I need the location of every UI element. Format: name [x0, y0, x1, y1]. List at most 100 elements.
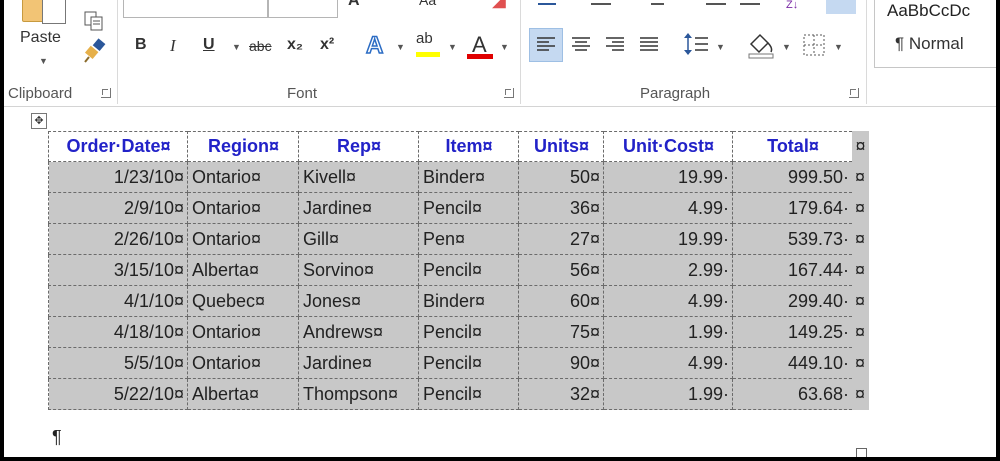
- borders-icon[interactable]: [801, 32, 827, 58]
- header-region[interactable]: Region¤: [187, 131, 299, 162]
- superscript-button[interactable]: x²: [320, 36, 334, 54]
- cell-item[interactable]: Binder¤: [418, 161, 519, 193]
- header-unit-cost[interactable]: Unit·Cost¤: [603, 131, 733, 162]
- header-order-date[interactable]: Order·Date¤: [48, 131, 188, 162]
- cell-units[interactable]: 56¤: [518, 254, 604, 286]
- cell-units[interactable]: 36¤: [518, 192, 604, 224]
- show-hide-marks-button[interactable]: [826, 0, 856, 14]
- cell-rep[interactable]: Gill¤: [298, 223, 419, 255]
- document-body[interactable]: ✥ Order·Date¤ Region¤ Rep¤ Item¤ Units¤ …: [4, 107, 996, 457]
- cell-order-date[interactable]: 2/9/10¤: [48, 192, 188, 224]
- grow-font-icon[interactable]: A: [348, 0, 360, 10]
- text-effects-button[interactable]: A: [365, 31, 384, 60]
- font-color-dropdown-arrow[interactable]: ▼: [500, 42, 509, 52]
- cell-unit-cost[interactable]: 4.99·: [603, 347, 733, 379]
- cell-rep[interactable]: Sorvino¤: [298, 254, 419, 286]
- font-name-combobox[interactable]: [123, 0, 268, 18]
- cell-item[interactable]: Binder¤: [418, 285, 519, 317]
- underline-button[interactable]: U: [203, 36, 215, 54]
- header-units[interactable]: Units¤: [518, 131, 604, 162]
- underline-dropdown-arrow[interactable]: ▼: [232, 42, 241, 52]
- cell-region[interactable]: Quebec¤: [187, 285, 299, 317]
- cell-unit-cost[interactable]: 1.99·: [603, 378, 733, 410]
- cell-item[interactable]: Pencil¤: [418, 316, 519, 348]
- cell-order-date[interactable]: 2/26/10¤: [48, 223, 188, 255]
- style-normal-label[interactable]: ¶ Normal: [895, 34, 964, 54]
- cell-total[interactable]: 179.64·: [732, 192, 853, 224]
- copy-icon[interactable]: [83, 10, 105, 32]
- subscript-button[interactable]: x₂: [287, 36, 303, 54]
- cell-total[interactable]: 149.25·: [732, 316, 853, 348]
- cell-order-date[interactable]: 5/5/10¤: [48, 347, 188, 379]
- cell-region[interactable]: Ontario¤: [187, 161, 299, 193]
- line-spacing-icon[interactable]: [682, 30, 710, 60]
- cell-total[interactable]: 63.68·: [732, 378, 853, 410]
- paste-document-icon[interactable]: [42, 0, 66, 24]
- cell-region[interactable]: Ontario¤: [187, 347, 299, 379]
- text-effects-dropdown-arrow[interactable]: ▼: [396, 42, 405, 52]
- header-rep[interactable]: Rep¤: [298, 131, 419, 162]
- cell-rep[interactable]: Kivell¤: [298, 161, 419, 193]
- cell-item[interactable]: Pen¤: [418, 223, 519, 255]
- italic-button[interactable]: I: [170, 36, 176, 56]
- format-painter-icon[interactable]: [83, 38, 107, 64]
- cell-region[interactable]: Ontario¤: [187, 192, 299, 224]
- cell-rep[interactable]: Jardine¤: [298, 347, 419, 379]
- cell-total[interactable]: 449.10·: [732, 347, 853, 379]
- font-size-combobox[interactable]: [268, 0, 338, 18]
- table-move-handle-icon[interactable]: ✥: [31, 113, 47, 129]
- cell-units[interactable]: 60¤: [518, 285, 604, 317]
- sales-table[interactable]: Order·Date¤ Region¤ Rep¤ Item¤ Units¤ Un…: [48, 131, 869, 410]
- cell-item[interactable]: Pencil¤: [418, 378, 519, 410]
- cell-region[interactable]: Ontario¤: [187, 316, 299, 348]
- cell-total[interactable]: 299.40·: [732, 285, 853, 317]
- cell-region[interactable]: Alberta¤: [187, 254, 299, 286]
- styles-gallery[interactable]: AaBbCcDc ¶ Normal: [874, 0, 996, 68]
- highlight-button[interactable]: ab: [416, 30, 433, 47]
- paragraph-dialog-launcher-icon[interactable]: [849, 88, 859, 98]
- cell-order-date[interactable]: 4/18/10¤: [48, 316, 188, 348]
- align-buttons-icon[interactable]: [566, 30, 662, 60]
- cell-region[interactable]: Alberta¤: [187, 378, 299, 410]
- cell-item[interactable]: Pencil¤: [418, 192, 519, 224]
- header-total[interactable]: Total¤: [732, 131, 853, 162]
- paste-dropdown-arrow[interactable]: ▼: [39, 56, 48, 66]
- cell-item[interactable]: Pencil¤: [418, 347, 519, 379]
- cell-unit-cost[interactable]: 19.99·: [603, 161, 733, 193]
- list-buttons-row-icon[interactable]: [536, 0, 666, 12]
- cell-units[interactable]: 90¤: [518, 347, 604, 379]
- bold-button[interactable]: B: [135, 36, 147, 54]
- highlight-dropdown-arrow[interactable]: ▼: [448, 42, 457, 52]
- cell-order-date[interactable]: 5/22/10¤: [48, 378, 188, 410]
- cell-rep[interactable]: Jones¤: [298, 285, 419, 317]
- cell-rep[interactable]: Jardine¤: [298, 192, 419, 224]
- header-item[interactable]: Item¤: [418, 131, 519, 162]
- cell-order-date[interactable]: 3/15/10¤: [48, 254, 188, 286]
- table-resize-handle[interactable]: [856, 448, 867, 457]
- shading-icon[interactable]: [746, 30, 776, 60]
- font-dialog-launcher-icon[interactable]: [504, 88, 514, 98]
- borders-dropdown-arrow[interactable]: ▼: [834, 42, 843, 52]
- line-spacing-dropdown-arrow[interactable]: ▼: [716, 42, 725, 52]
- cell-total[interactable]: 999.50·: [732, 161, 853, 193]
- cell-total[interactable]: 167.44·: [732, 254, 853, 286]
- clear-formatting-icon[interactable]: ◢: [492, 0, 506, 11]
- cell-unit-cost[interactable]: 1.99·: [603, 316, 733, 348]
- change-case-icon[interactable]: Aa: [419, 0, 436, 8]
- cell-region[interactable]: Ontario¤: [187, 223, 299, 255]
- cell-order-date[interactable]: 4/1/10¤: [48, 285, 188, 317]
- cell-units[interactable]: 27¤: [518, 223, 604, 255]
- indent-buttons-row-icon[interactable]: Z↓: [704, 0, 814, 12]
- cell-rep[interactable]: Andrews¤: [298, 316, 419, 348]
- cell-total[interactable]: 539.73·: [732, 223, 853, 255]
- clipboard-dialog-launcher-icon[interactable]: [101, 88, 111, 98]
- cell-units[interactable]: 75¤: [518, 316, 604, 348]
- align-left-button[interactable]: [529, 28, 563, 62]
- strikethrough-button[interactable]: abc: [249, 38, 272, 54]
- cell-units[interactable]: 50¤: [518, 161, 604, 193]
- cell-order-date[interactable]: 1/23/10¤: [48, 161, 188, 193]
- cell-units[interactable]: 32¤: [518, 378, 604, 410]
- cell-item[interactable]: Pencil¤: [418, 254, 519, 286]
- cell-rep[interactable]: Thompson¤: [298, 378, 419, 410]
- shading-dropdown-arrow[interactable]: ▼: [782, 42, 791, 52]
